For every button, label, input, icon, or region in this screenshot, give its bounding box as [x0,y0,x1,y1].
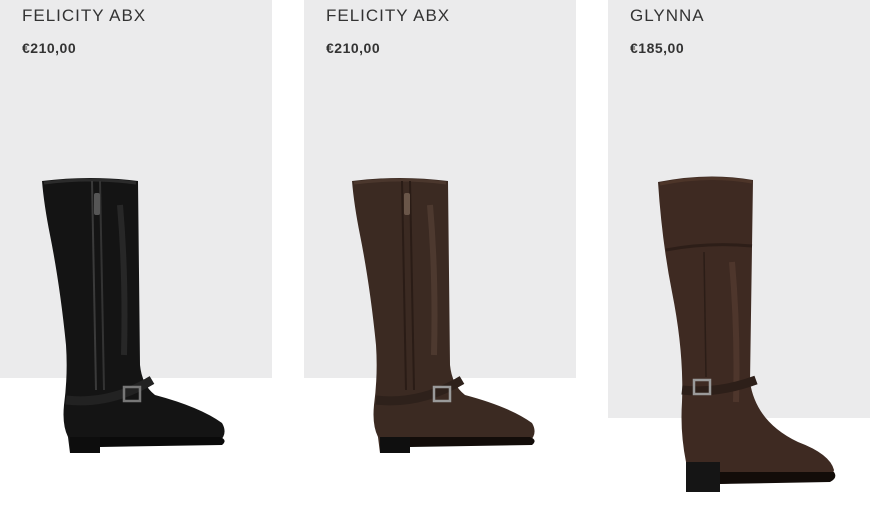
product-price: €210,00 [326,40,381,56]
product-price: €185,00 [630,40,685,56]
product-name[interactable]: FELICITY ABX [22,6,146,26]
black-tall-boot-image[interactable] [30,175,240,455]
product-card-glynna[interactable]: GLYNNA €185,00 [608,0,870,523]
product-card-felicity-black[interactable]: FELICITY ABX €210,00 [0,0,272,523]
brown-riding-boot-image[interactable] [648,172,848,492]
brown-tall-boot-image[interactable] [340,175,550,455]
product-name[interactable]: GLYNNA [630,6,705,26]
product-price: €210,00 [22,40,77,56]
product-name[interactable]: FELICITY ABX [326,6,450,26]
product-card-felicity-brown[interactable]: FELICITY ABX €210,00 [304,0,576,523]
